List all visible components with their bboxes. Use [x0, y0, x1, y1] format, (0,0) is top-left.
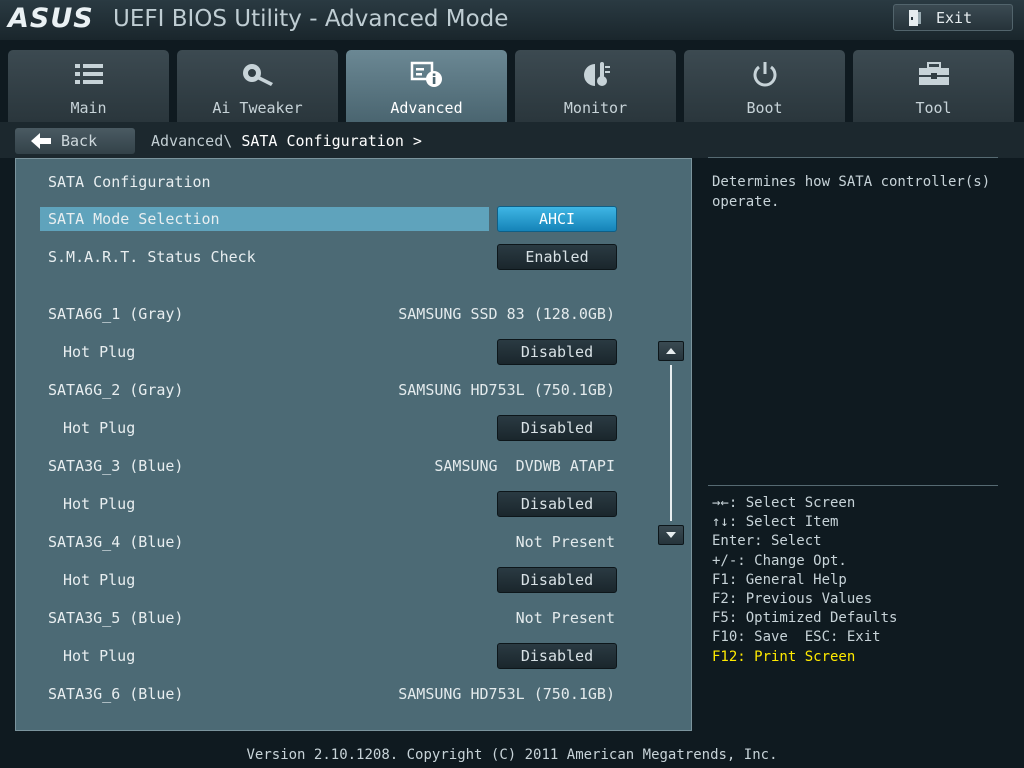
hot-plug-button[interactable]: Disabled — [497, 567, 617, 593]
tab-main[interactable]: Main — [8, 50, 169, 122]
back-label: Back — [61, 132, 98, 150]
tab-monitor-label: Monitor — [563, 99, 628, 117]
sata-mode-button[interactable]: AHCI — [497, 206, 617, 232]
app-title: UEFI BIOS Utility - Advanced Mode — [113, 6, 509, 32]
navigation-bar: Back Advanced\ SATA Configuration > — [0, 122, 1024, 158]
port-device: Not Present — [515, 533, 615, 551]
hotkey-line: Enter: Select — [712, 533, 822, 550]
help-description: Determines how SATA controller(s) operat… — [712, 174, 991, 210]
hot-plug-label: Hot Plug — [63, 571, 136, 589]
help-divider-top — [708, 157, 998, 158]
hot-plug-button[interactable]: Disabled — [497, 643, 617, 669]
tab-ai-tweaker-label: Ai Tweaker — [212, 99, 303, 117]
breadcrumb: Advanced\ SATA Configuration > — [151, 132, 422, 150]
tab-advanced[interactable]: Advanced — [346, 50, 507, 122]
hotkey-line: F10: Save ESC: Exit — [712, 629, 881, 646]
scrollbar-track[interactable] — [670, 365, 672, 521]
hotkey-line: F5: Optimized Defaults — [712, 610, 898, 627]
list-icon — [74, 60, 104, 88]
tab-main-label: Main — [70, 99, 107, 117]
asus-logo: ASUS — [8, 3, 94, 34]
hot-plug-label: Hot Plug — [63, 419, 136, 437]
back-button[interactable]: Back — [15, 128, 135, 154]
triangle-down-icon — [666, 532, 676, 538]
exit-door-icon — [908, 9, 922, 27]
port-device: SAMSUNG HD753L (750.1GB) — [398, 381, 615, 399]
tab-tool[interactable]: Tool — [853, 50, 1014, 122]
sata-mode-label: SATA Mode Selection — [48, 210, 220, 228]
hot-plug-button[interactable]: Disabled — [497, 415, 617, 441]
port-label: SATA3G_5 (Blue) — [48, 609, 184, 627]
hot-plug-button[interactable]: Disabled — [497, 491, 617, 517]
port-device: Not Present — [515, 609, 615, 627]
port-device: SAMSUNG SSD 83 (128.0GB) — [398, 305, 615, 323]
hotkey-line-print-screen: F12: Print Screen — [712, 648, 856, 665]
hot-plug-label: Hot Plug — [63, 647, 136, 665]
tab-tool-label: Tool — [915, 99, 952, 117]
hotkey-line: →←: Select Screen — [712, 495, 856, 511]
advanced-info-icon — [410, 60, 444, 88]
tab-monitor[interactable]: Monitor — [515, 50, 676, 122]
version-footer: Version 2.10.1208. Copyright (C) 2011 Am… — [246, 747, 778, 763]
title-bar: ASUS UEFI BIOS Utility - Advanced Mode E… — [0, 0, 1024, 40]
help-divider-keys — [708, 485, 998, 486]
hot-plug-button[interactable]: Disabled — [497, 339, 617, 365]
hotkey-line: ↑↓: Select Item — [712, 514, 839, 531]
smart-status-label: S.M.A.R.T. Status Check — [48, 248, 256, 266]
tab-ai-tweaker[interactable]: Ai Tweaker — [177, 50, 338, 122]
scroll-up-button[interactable] — [658, 341, 684, 361]
port-label: SATA3G_3 (Blue) — [48, 457, 184, 475]
scroll-down-button[interactable] — [658, 525, 684, 545]
power-icon — [751, 60, 779, 88]
smart-status-button[interactable]: Enabled — [497, 244, 617, 270]
port-label: SATA6G_1 (Gray) — [48, 305, 184, 323]
tweaker-icon — [241, 60, 275, 88]
hotkey-line: F2: Previous Values — [712, 590, 873, 607]
port-label: SATA3G_6 (Blue) — [48, 685, 184, 703]
hot-plug-label: Hot Plug — [63, 495, 136, 513]
port-device: SAMSUNG DVDWB ATAPI — [434, 457, 615, 475]
tab-boot[interactable]: Boot — [684, 50, 845, 122]
breadcrumb-parent[interactable]: Advanced\ — [151, 132, 232, 150]
hot-plug-label: Hot Plug — [63, 343, 136, 361]
main-tabs: Main Ai Tweaker Advanced Monitor Boot To… — [8, 50, 1016, 122]
port-device: SAMSUNG HD753L (750.1GB) — [398, 685, 615, 703]
tab-boot-label: Boot — [746, 99, 783, 117]
hotkey-legend: →←: Select Screen ↑↓: Select Item Enter:… — [712, 494, 897, 667]
monitor-gauge-icon — [581, 60, 611, 88]
toolbox-icon — [918, 60, 950, 88]
settings-panel: SATA Configuration SATA Mode Selection A… — [15, 158, 692, 731]
port-label: SATA6G_2 (Gray) — [48, 381, 184, 399]
tab-advanced-label: Advanced — [390, 99, 463, 117]
exit-button[interactable]: Exit — [893, 4, 1013, 31]
triangle-up-icon — [666, 348, 676, 354]
hotkey-line: F1: General Help — [712, 571, 847, 588]
hotkey-line: +/-: Change Opt. — [712, 552, 847, 569]
section-title: SATA Configuration — [48, 173, 211, 191]
exit-label: Exit — [936, 8, 973, 27]
back-arrow-icon — [31, 133, 51, 149]
breadcrumb-current: SATA Configuration > — [241, 132, 422, 150]
port-label: SATA3G_4 (Blue) — [48, 533, 184, 551]
